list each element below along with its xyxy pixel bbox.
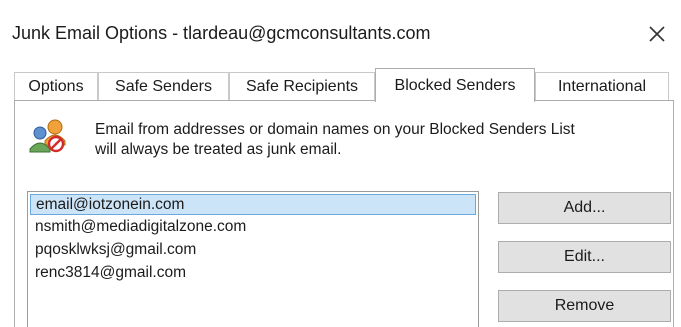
window-title: Junk Email Options - tlardeau@gcmconsult… [12,23,431,43]
list-item[interactable]: pqosklwksj@gmail.com [30,240,476,261]
description-line-1: Email from addresses or domain names on … [95,121,575,138]
tab-international[interactable]: International [535,72,669,101]
close-icon [649,26,665,42]
close-button[interactable] [637,14,677,54]
blocked-senders-panel: Email from addresses or domain names on … [14,100,674,327]
edit-button[interactable]: Edit... [498,241,671,273]
tab-safe-senders[interactable]: Safe Senders [98,72,229,101]
tab-strip: Options Safe Senders Safe Recipients Blo… [14,68,674,102]
blocked-users-icon [29,119,66,153]
remove-button[interactable]: Remove [498,290,671,322]
add-button[interactable]: Add... [498,192,671,224]
blocked-senders-list[interactable]: email@iotzonein.com nsmith@mediadigitalz… [27,191,479,327]
list-item[interactable]: email@iotzonein.com [30,194,476,215]
blocked-senders-description: Email from addresses or domain names on … [95,120,575,160]
list-item[interactable]: renc3814@gmail.com [30,263,476,284]
list-item[interactable]: nsmith@mediadigitalzone.com [30,217,476,238]
tab-options[interactable]: Options [14,72,98,101]
junk-email-options-dialog: Junk Email Options - tlardeau@gcmconsult… [0,0,681,327]
tab-safe-recipients[interactable]: Safe Recipients [229,72,375,101]
tab-blocked-senders[interactable]: Blocked Senders [375,68,535,102]
title-bar: Junk Email Options - tlardeau@gcmconsult… [0,0,681,68]
description-line-2: will always be treated as junk email. [95,141,342,158]
